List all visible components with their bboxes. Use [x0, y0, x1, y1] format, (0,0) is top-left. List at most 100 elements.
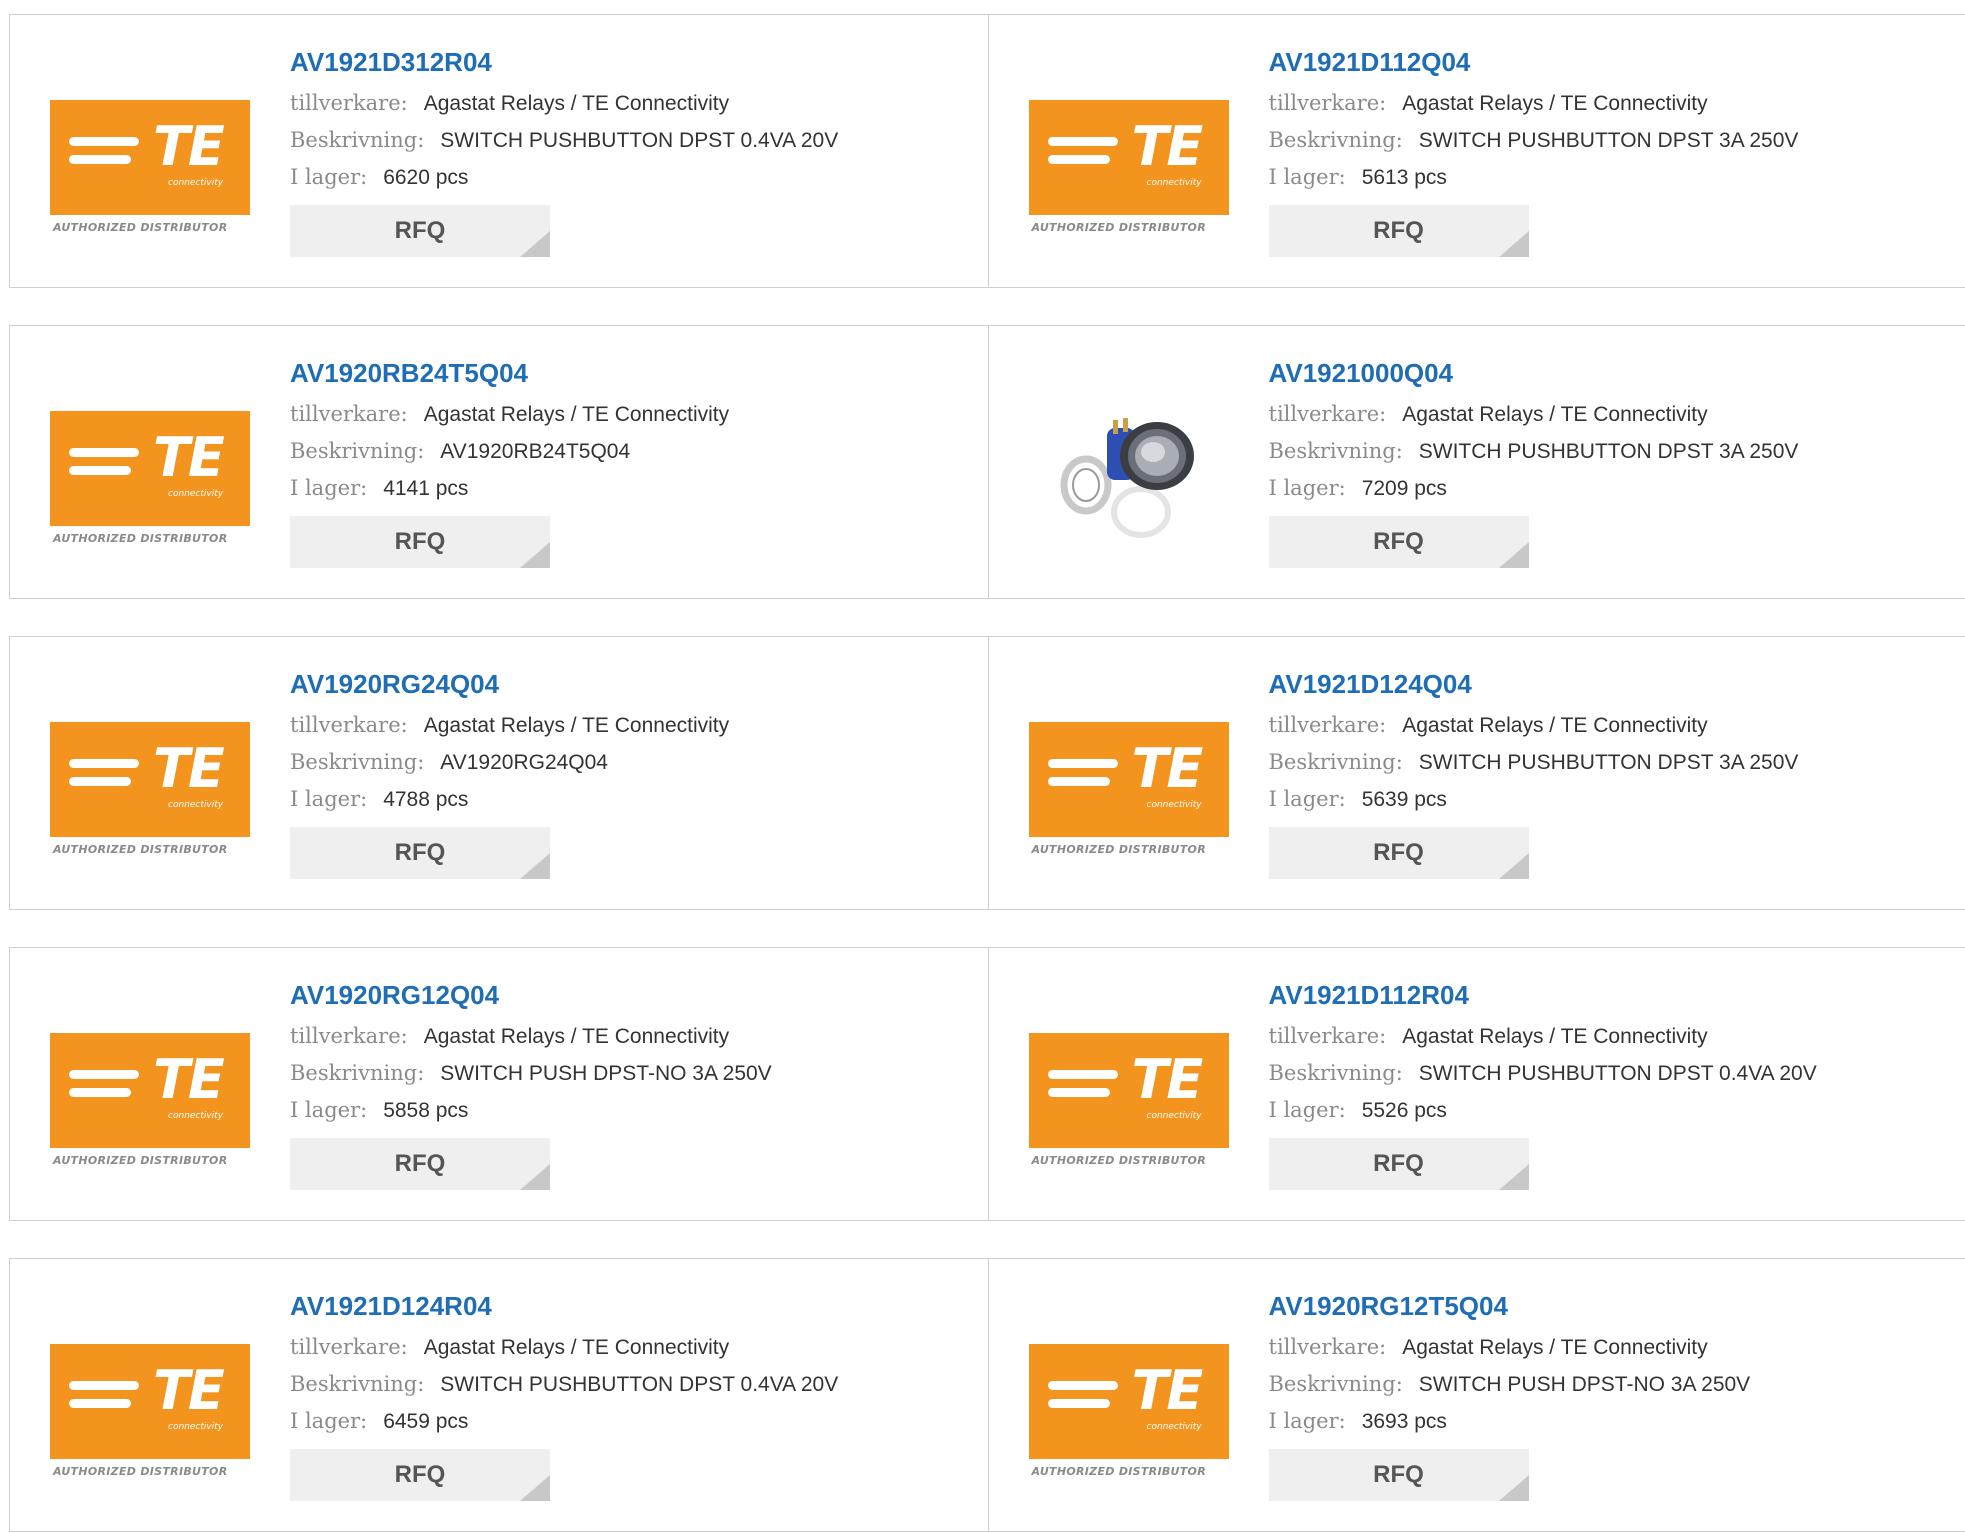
manufacturer-value: Agastat Relays / TE Connectivity	[1402, 1025, 1707, 1048]
manufacturer-value: Agastat Relays / TE Connectivity	[1402, 403, 1707, 426]
description-label: Beskrivning:	[290, 439, 424, 463]
manufacturer-value: Agastat Relays / TE Connectivity	[424, 92, 729, 115]
te-logo-sub: connectivity	[168, 489, 223, 499]
manufacturer-value: Agastat Relays / TE Connectivity	[1402, 92, 1707, 115]
part-number-link[interactable]: AV1920RB24T5Q04	[290, 356, 729, 396]
stock-value: 5613 pcs	[1362, 166, 1447, 189]
product-thumbnail[interactable]: TE connectivity AUTHORIZED DISTRIBUTOR	[1029, 701, 1229, 851]
rfq-button[interactable]: RFQ	[1269, 205, 1529, 257]
te-logo-badge: TE connectivity	[50, 722, 250, 837]
stock-value: 5639 pcs	[1362, 788, 1447, 811]
part-number-link[interactable]: AV1921000Q04	[1269, 356, 1799, 396]
description-value: SWITCH PUSHBUTTON DPST 3A 250V	[1419, 751, 1799, 774]
te-logo-badge: TE connectivity	[50, 1033, 250, 1148]
te-logo-lines-icon	[69, 1381, 139, 1417]
stock-row: I lager:4141 pcs	[290, 470, 729, 507]
product-card: TE connectivity AUTHORIZED DISTRIBUTOR A…	[10, 1259, 988, 1531]
manufacturer-row: tillverkare: Agastat Relays / TE Connecti…	[290, 707, 729, 744]
part-number-link[interactable]: AV1920RG12Q04	[290, 978, 772, 1018]
manufacturer-label: tillverkare:	[290, 713, 408, 737]
rfq-button[interactable]: RFQ	[290, 1449, 550, 1501]
te-logo-sub: connectivity	[1147, 178, 1202, 188]
part-number-link[interactable]: AV1920RG24Q04	[290, 667, 729, 707]
product-thumbnail[interactable]: TE connectivity AUTHORIZED DISTRIBUTOR	[1029, 79, 1229, 229]
stock-value: 7209 pcs	[1362, 477, 1447, 500]
stock-row: I lager:4788 pcs	[290, 781, 729, 818]
te-logo-sub: connectivity	[1147, 800, 1202, 810]
product-row: TE connectivity AUTHORIZED DISTRIBUTOR A…	[9, 14, 1965, 288]
product-info: AV1920RG12T5Q04 tillverkare:Agastat Rela…	[1269, 1289, 1751, 1501]
te-logo-sub: connectivity	[168, 800, 223, 810]
manufacturer-value: Agastat Relays / TE Connectivity	[1402, 714, 1707, 737]
rfq-button[interactable]: RFQ	[290, 205, 550, 257]
product-grid: TE connectivity AUTHORIZED DISTRIBUTOR A…	[0, 0, 1965, 1482]
product-thumbnail[interactable]: TE connectivity AUTHORIZED DISTRIBUTOR	[50, 1012, 250, 1162]
description-row: Beskrivning:SWITCH PUSHBUTTON DPST 0.4VA…	[1269, 1055, 1817, 1092]
product-card: TE connectivity AUTHORIZED DISTRIBUTOR A…	[988, 637, 1965, 909]
te-logo-badge: TE connectivity	[1029, 1033, 1229, 1148]
description-row: Beskrivning:SWITCH PUSHBUTTON DPST 3A 25…	[1269, 433, 1799, 470]
te-logo-badge: TE connectivity	[50, 100, 250, 215]
part-number-link[interactable]: AV1920RG12T5Q04	[1269, 1289, 1751, 1329]
part-number-link[interactable]: AV1921D112Q04	[1269, 45, 1799, 85]
te-logo-sub: connectivity	[168, 1422, 223, 1432]
te-logo-badge: TE connectivity	[1029, 722, 1229, 837]
product-thumbnail[interactable]: TE connectivity AUTHORIZED DISTRIBUTOR	[1029, 1323, 1229, 1473]
description-value: SWITCH PUSH DPST-NO 3A 250V	[440, 1062, 771, 1085]
te-logo-lines-icon	[69, 759, 139, 795]
te-logo-brand: TE	[153, 431, 223, 485]
te-logo-lines-icon	[69, 448, 139, 484]
description-value: SWITCH PUSHBUTTON DPST 3A 250V	[1419, 129, 1799, 152]
manufacturer-row: tillverkare:Agastat Relays / TE Connecti…	[290, 1018, 772, 1055]
authorized-distributor-text: AUTHORIZED DISTRIBUTOR	[53, 532, 227, 545]
stock-value: 6459 pcs	[383, 1410, 468, 1433]
rfq-button[interactable]: RFQ	[290, 516, 550, 568]
product-card: AV1921000Q04 tillverkare:Agastat Relays …	[988, 326, 1965, 598]
product-thumbnail[interactable]: TE connectivity AUTHORIZED DISTRIBUTOR	[50, 701, 250, 851]
rfq-button[interactable]: RFQ	[1269, 827, 1529, 879]
product-thumbnail[interactable]: TE connectivity AUTHORIZED DISTRIBUTOR	[50, 79, 250, 229]
authorized-distributor-text: AUTHORIZED DISTRIBUTOR	[53, 1154, 227, 1167]
product-thumbnail[interactable]	[1029, 390, 1229, 540]
authorized-distributor-text: AUTHORIZED DISTRIBUTOR	[1032, 843, 1206, 856]
description-label: Beskrivning:	[1269, 439, 1403, 463]
product-thumbnail[interactable]: TE connectivity AUTHORIZED DISTRIBUTOR	[1029, 1012, 1229, 1162]
stock-row: I lager:6620 pcs	[290, 159, 838, 196]
description-label: Beskrivning:	[290, 128, 424, 152]
te-logo-sub: connectivity	[1147, 1111, 1202, 1121]
stock-value: 4788 pcs	[383, 788, 468, 811]
rfq-button[interactable]: RFQ	[1269, 1138, 1529, 1190]
rfq-button[interactable]: RFQ	[290, 1138, 550, 1190]
stock-label: I lager:	[290, 476, 367, 500]
te-logo-lines-icon	[1048, 137, 1118, 173]
product-card: TE connectivity AUTHORIZED DISTRIBUTOR A…	[988, 1259, 1965, 1531]
description-label: Beskrivning:	[1269, 1372, 1403, 1396]
manufacturer-row: tillverkare:Agastat Relays / TE Connecti…	[290, 396, 729, 433]
part-number-link[interactable]: AV1921D124Q04	[1269, 667, 1799, 707]
description-row: Beskrivning:SWITCH PUSHBUTTON DPST 3A 25…	[1269, 122, 1799, 159]
te-logo-sub: connectivity	[168, 178, 223, 188]
product-info: AV1920RG24Q04 tillverkare: Agastat Relays…	[290, 667, 729, 879]
te-logo-sub: connectivity	[168, 1111, 223, 1121]
product-thumbnail[interactable]: TE connectivity AUTHORIZED DISTRIBUTOR	[50, 390, 250, 540]
te-logo-brand: TE	[1132, 120, 1202, 174]
te-logo-brand: TE	[1132, 1053, 1202, 1107]
rfq-button[interactable]: RFQ	[1269, 1449, 1529, 1501]
product-info: AV1921000Q04 tillverkare:Agastat Relays …	[1269, 356, 1799, 568]
manufacturer-row: tillverkare:Agastat Relays / TE Connecti…	[290, 1329, 838, 1366]
manufacturer-label: tillverkare:	[290, 1335, 408, 1359]
te-logo-brand: TE	[153, 1053, 223, 1107]
part-number-link[interactable]: AV1921D112R04	[1269, 978, 1817, 1018]
rfq-button[interactable]: RFQ	[290, 827, 550, 879]
rfq-button[interactable]: RFQ	[1269, 516, 1529, 568]
product-thumbnail[interactable]: TE connectivity AUTHORIZED DISTRIBUTOR	[50, 1323, 250, 1473]
stock-value: 3693 pcs	[1362, 1410, 1447, 1433]
description-label: Beskrivning:	[290, 1372, 424, 1396]
description-row: Beskrivning:SWITCH PUSH DPST-NO 3A 250V	[1269, 1366, 1751, 1403]
description-value: AV1920RB24T5Q04	[440, 440, 630, 463]
part-number-link[interactable]: AV1921D124R04	[290, 1289, 838, 1329]
stock-row: I lager:5858 pcs	[290, 1092, 772, 1129]
stock-row: I lager:6459 pcs	[290, 1403, 838, 1440]
manufacturer-value: Agastat Relays / TE Connectivity	[424, 714, 729, 737]
part-number-link[interactable]: AV1921D312R04	[290, 45, 838, 85]
